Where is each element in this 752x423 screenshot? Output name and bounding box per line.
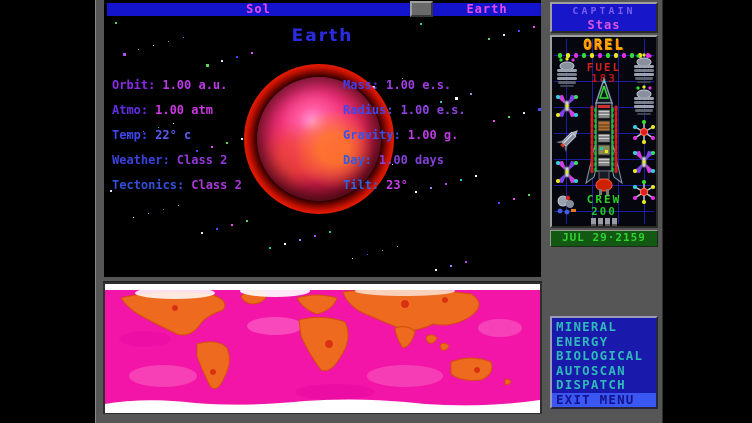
stat-radius: Radius: 1.00 e.s. xyxy=(343,103,466,117)
stat-gravity: Gravity: 1.00 g. xyxy=(343,128,458,142)
stat-value: 1.00 days xyxy=(379,153,444,167)
stat-label: Atmo: xyxy=(112,103,148,117)
stat-atmo: Atmo: 1.00 atm xyxy=(112,103,213,117)
flagship-panel: OREL FUEL 183 xyxy=(550,35,658,228)
scan-menu: MINERAL ENERGY BIOLOGICAL AUTOSCAN DISPA… xyxy=(550,316,658,409)
stat-temp: Temp: 22° c xyxy=(112,128,191,142)
status-bar-selection: Earth xyxy=(433,3,541,16)
game-screen: Sol Earth Earth Orbit: 1.00 a.u. Atmo: 1.0… xyxy=(0,0,752,423)
stat-weather: Weather: Class 2 xyxy=(112,153,227,167)
stat-orbit: Orbit: 1.00 a.u. xyxy=(112,78,227,92)
thruster-icon xyxy=(554,57,580,89)
menu-item-dispatch[interactable]: DISPATCH xyxy=(552,378,656,393)
stat-label: Tectonics: xyxy=(112,178,184,192)
dynamo-module-icon xyxy=(554,159,580,187)
stat-mass: Mass: 1.00 e.s. xyxy=(343,78,451,92)
menu-item-autoscan[interactable]: AUTOSCAN xyxy=(552,364,656,379)
stat-label: Tilt: xyxy=(343,178,379,192)
stat-value: 1.00 atm xyxy=(155,103,213,117)
selected-body-name: Earth xyxy=(466,2,507,16)
stat-label: Day: xyxy=(343,153,372,167)
menu-item-biological[interactable]: BIOLOGICAL xyxy=(552,349,656,364)
stat-day: Day: 1.00 days xyxy=(343,153,444,167)
status-bar-system: Sol xyxy=(107,3,410,16)
stat-label: Gravity: xyxy=(343,128,401,142)
planet-name-title: Earth xyxy=(104,26,541,46)
surface-map xyxy=(105,284,540,413)
menu-item-energy[interactable]: ENERGY xyxy=(552,335,656,350)
current-date: JUL 29·2159 xyxy=(562,231,646,244)
stat-value: 22° c xyxy=(155,128,191,142)
surface-map-panel xyxy=(103,281,542,414)
stat-value: Class 2 xyxy=(177,153,228,167)
stat-label: Radius: xyxy=(343,103,394,117)
crew-value: 200 xyxy=(552,205,656,218)
captain-name: Stas xyxy=(552,18,656,32)
system-name: Sol xyxy=(246,2,271,16)
stat-label: Weather: xyxy=(112,153,170,167)
stat-tectonics: Tectonics: Class 2 xyxy=(112,178,242,192)
captain-label: CAPTAIN xyxy=(552,6,656,17)
lander-icon xyxy=(553,125,583,157)
menu-item-exit-menu[interactable]: EXIT MENU xyxy=(552,393,656,408)
stat-value: 1.00 a.u. xyxy=(162,78,227,92)
menu-item-mineral[interactable]: MINERAL xyxy=(552,320,656,335)
tracking-module-icon xyxy=(631,119,657,145)
captain-box: CAPTAIN Stas xyxy=(550,2,658,33)
ship-name: OREL xyxy=(552,38,656,54)
stat-value: 1.00 e.s. xyxy=(386,78,451,92)
status-bar-divider-block xyxy=(410,1,433,17)
stat-label: Temp: xyxy=(112,128,148,142)
dynamo-module-icon xyxy=(554,93,580,121)
thruster-icon xyxy=(631,53,657,85)
stat-label: Mass: xyxy=(343,78,379,92)
stat-value: 1.00 e.s. xyxy=(401,103,466,117)
stat-value: Class 2 xyxy=(191,178,242,192)
dynamo-module-icon xyxy=(631,149,657,177)
date-display: JUL 29·2159 xyxy=(550,230,658,247)
stat-value: 23° xyxy=(386,178,408,192)
flagship-graphic xyxy=(582,77,626,199)
stat-value: 1.00 g. xyxy=(408,128,459,142)
thruster-icon xyxy=(631,85,657,117)
stat-tilt: Tilt: 23° xyxy=(343,178,408,192)
crew-pods-row xyxy=(552,218,656,224)
stat-label: Orbit: xyxy=(112,78,155,92)
planet-scan-view: Sol Earth Earth Orbit: 1.00 a.u. Atmo: 1.0… xyxy=(104,0,541,277)
